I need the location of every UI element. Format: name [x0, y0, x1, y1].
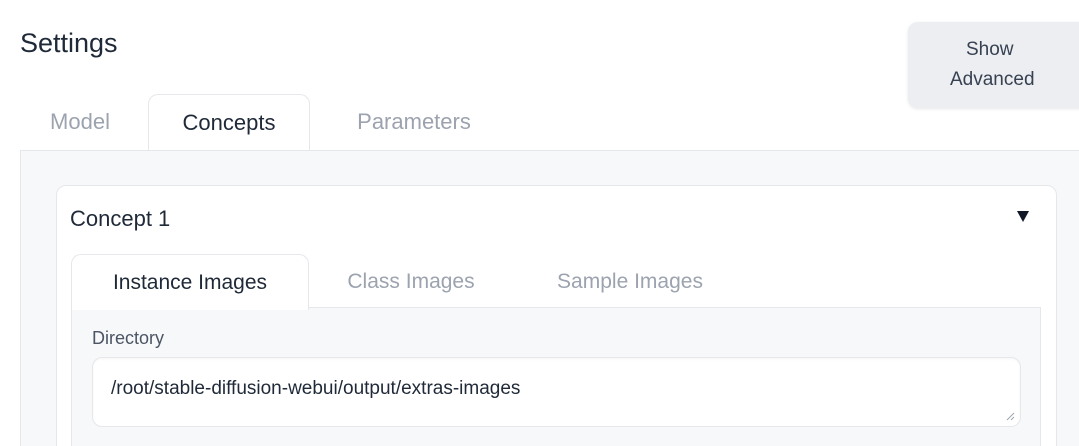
tab-sample-images[interactable]: Sample Images — [527, 254, 733, 310]
tab-instance-images[interactable]: Instance Images — [71, 254, 309, 310]
directory-label: Directory — [92, 328, 165, 348]
directory-input[interactable] — [92, 357, 1021, 427]
show-advanced-label-line1: Show — [966, 39, 1014, 60]
triangle-down-icon[interactable] — [1016, 206, 1030, 229]
tab-class-images[interactable]: Class Images — [325, 254, 497, 310]
page-title: Settings — [20, 28, 118, 58]
settings-tabs: Model Concepts Parameters — [20, 94, 1079, 150]
settings-page: Settings Show Advanced Model Concepts Pa… — [0, 0, 1079, 446]
concept-title[interactable]: Concept 1 — [70, 206, 170, 232]
tab-concepts[interactable]: Concepts — [148, 94, 310, 150]
triangle-down-icon-shape — [1017, 211, 1029, 222]
show-advanced-label-line2: Advanced — [950, 69, 1035, 90]
tab-model[interactable]: Model — [28, 94, 132, 150]
resize-handle-icon[interactable] — [1005, 411, 1015, 421]
concept-tabs: Instance Images Class Images Sample Imag… — [71, 254, 1041, 310]
tab-parameters[interactable]: Parameters — [326, 94, 502, 150]
